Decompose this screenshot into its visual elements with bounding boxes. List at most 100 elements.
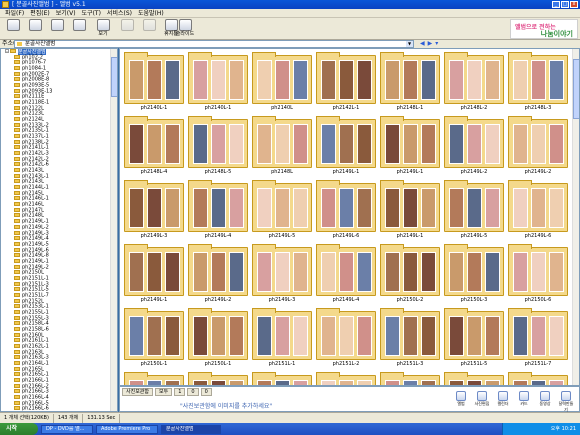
maximize-button[interactable]: □ (561, 1, 569, 8)
thumbnail-folder[interactable]: ph2149L-4 (186, 179, 250, 241)
tab-all[interactable]: 모두 (155, 388, 173, 396)
thumbnail-folder[interactable]: ph2149L-1 (314, 115, 378, 177)
thumbnail-folder[interactable]: ph2149L-6 (506, 179, 570, 241)
thumbnail-folder[interactable]: ph2148L-4 (122, 115, 186, 177)
album-button[interactable]: 앨범 (453, 391, 469, 411)
video-button[interactable]: 동영상 (537, 391, 553, 411)
thumbnail-folder[interactable]: ph2149L-2 (442, 115, 506, 177)
thumbnail-folder[interactable]: ph2149L-1 (378, 179, 442, 241)
thumbnail-folder[interactable]: ph2140L-1 (186, 51, 250, 113)
thumbnail-folder[interactable]: ph2149L-5 (442, 179, 506, 241)
thumbnail-folder[interactable]: ph2154L-1 (378, 371, 442, 385)
grid-scrollbar-thumb[interactable] (573, 59, 579, 119)
paste-button[interactable] (138, 19, 160, 39)
forward-button[interactable] (24, 19, 46, 39)
thumbnail-folder[interactable]: ph2142L-1 (314, 51, 378, 113)
copy-button[interactable] (116, 19, 138, 39)
folder-icon (14, 366, 20, 371)
photo-preview (385, 316, 400, 356)
thumbnail-folder[interactable]: ph2151L-7 (506, 307, 570, 369)
folder-icon (14, 202, 20, 207)
thumbnail-folder[interactable]: ph2149L-4 (314, 243, 378, 305)
folder-thumbnail (124, 180, 184, 232)
thumbnail-folder[interactable]: ph2149L-1 (378, 115, 442, 177)
photo-preview (449, 188, 464, 228)
tab-1[interactable]: 1 (174, 388, 186, 396)
promo-banner[interactable]: 앨범으로 전하는 나눔이야기 (510, 19, 578, 39)
folder-icon (14, 151, 20, 156)
thumbnail-folder[interactable]: ph2148L-1 (378, 51, 442, 113)
menu-tools[interactable]: 도구(T) (79, 9, 104, 18)
grid-scrollbar[interactable] (572, 49, 579, 385)
photo-preview (129, 252, 144, 292)
slideshow-icon (178, 19, 192, 31)
nav-back-icon[interactable]: ◀ (420, 40, 425, 48)
close-button[interactable]: x (570, 1, 578, 8)
thumbnail-folder[interactable]: ph2151L-2 (314, 307, 378, 369)
thumbnail-folder[interactable]: ph2153L-2 (250, 371, 314, 385)
back-button[interactable] (2, 19, 24, 39)
nav-menu-icon[interactable]: ▾ (435, 40, 438, 48)
thumbnail-folder[interactable]: ph2149L-1 (122, 243, 186, 305)
thumbnail-folder[interactable]: ph2149L-3 (250, 243, 314, 305)
view-button[interactable]: 보기 (92, 19, 114, 39)
make-calendar-button[interactable]: 달력만들기 (558, 391, 574, 412)
card-button[interactable]: 카드 (516, 391, 532, 411)
thumbnail-folder[interactable]: ph2153L-3 (314, 371, 378, 385)
taskbar-item-premiere[interactable]: Adobe Premiere Pro (96, 424, 158, 434)
folder-thumbnail (124, 116, 184, 168)
folder-thumbnail (124, 372, 184, 385)
slideshow-button[interactable]: 슬라이드 (174, 19, 196, 39)
thumbnail-folder[interactable]: ph2150L-2 (378, 243, 442, 305)
up-folder-button[interactable] (46, 19, 68, 39)
thumbnail-folder[interactable]: ph2155L-2 (442, 371, 506, 385)
menu-view[interactable]: 보기(V) (53, 9, 79, 18)
minimize-button[interactable]: _ (552, 1, 560, 8)
taskbar-item-album[interactable]: 분골사진앨범 (161, 424, 221, 434)
up-folder-icon (50, 19, 64, 31)
thumbnail-folder[interactable]: ph2150L-3 (442, 243, 506, 305)
chevron-down-icon[interactable]: ▼ (406, 41, 413, 47)
refresh-button[interactable] (68, 19, 90, 39)
thumbnail-folder[interactable]: ph2156L-2 (506, 371, 570, 385)
address-bar: 주소(D) 분골사진앨범 ▼ ◀ ▶ ▾ (0, 40, 580, 48)
thumbnail-folder[interactable]: ph2153L-1 (186, 371, 250, 385)
thumbnail-folder[interactable]: ph2149L-3 (122, 179, 186, 241)
tree-scrollbar[interactable] (110, 49, 117, 411)
calendar-button[interactable]: 캘린더 (495, 391, 511, 411)
thumbnail-folder[interactable]: ph2149L-2 (506, 115, 570, 177)
thumbnail-folder[interactable]: ph2149L-6 (314, 179, 378, 241)
taskbar-item-dvd[interactable]: DP - DVD를 앨... (41, 424, 93, 434)
nav-forward-icon[interactable]: ▶ (428, 40, 433, 48)
thumbnail-folder[interactable]: ph2148L-5 (186, 115, 250, 177)
thumbnail-folder[interactable]: ph2148L-2 (442, 51, 506, 113)
menu-help[interactable]: 도움말(H) (135, 9, 167, 18)
start-button[interactable]: 시작 (0, 423, 38, 435)
tree-scrollbar-thumb[interactable] (111, 57, 117, 97)
thumbnail-folder[interactable]: ph2148L-3 (506, 51, 570, 113)
thumbnail-folder[interactable]: ph2152L-2 (122, 371, 186, 385)
thumbnail-folder[interactable]: ph2140L-1 (122, 51, 186, 113)
thumbnail-folder[interactable]: ph2151L-1 (250, 307, 314, 369)
photo-edit-button[interactable]: 사진편집 (474, 391, 490, 411)
tab-photo-storage[interactable]: 사진보관함 (122, 388, 154, 396)
address-field[interactable]: 분골사진앨범 ▼ (14, 40, 414, 48)
tab-3[interactable]: 0 (200, 388, 212, 396)
thumbnail-folder[interactable]: ph2140L (250, 51, 314, 113)
menu-file[interactable]: 파일(F) (2, 9, 27, 18)
thumbnail-folder[interactable]: ph2148L (250, 115, 314, 177)
collapse-icon[interactable]: - (5, 49, 9, 54)
thumbnail-folder[interactable]: ph2151L-5 (442, 307, 506, 369)
thumbnail-folder[interactable]: ph2149L-2 (186, 243, 250, 305)
thumbnail-folder[interactable]: ph2150L-1 (122, 307, 186, 369)
menu-service[interactable]: 서비스(S) (104, 9, 135, 18)
thumbnail-folder[interactable]: ph2149L-5 (250, 179, 314, 241)
photo-preview (467, 124, 482, 164)
thumbnail-folder[interactable]: ph2151L-3 (378, 307, 442, 369)
menu-edit[interactable]: 편집(E) (27, 9, 53, 18)
thumbnail-folder[interactable]: ph2150L-6 (506, 243, 570, 305)
thumbnail-folder[interactable]: ph2150L-1 (186, 307, 250, 369)
status-bar: 1 개체 선택(120KB) 143 개체 131.13 Sec (0, 412, 580, 423)
tab-2[interactable]: 0 (187, 388, 199, 396)
photo-preview (165, 316, 180, 356)
